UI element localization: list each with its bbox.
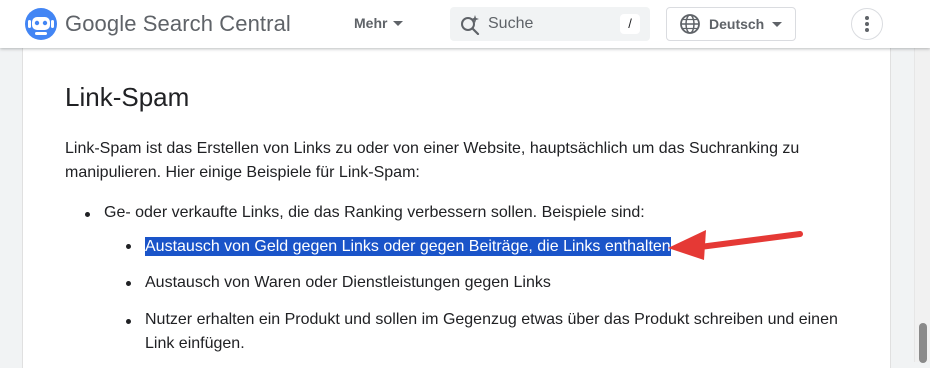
annotation-arrow-icon (668, 230, 803, 260)
bullet-icon (126, 244, 131, 249)
language-selector[interactable]: Deutsch (666, 7, 796, 41)
search-shortcut-key: / (620, 14, 640, 34)
list-item-continuation: Link einfügen. (145, 335, 245, 352)
list-item: Nutzer erhalten ein Produkt und sollen i… (145, 311, 838, 328)
logo-robot-icon[interactable] (24, 7, 58, 41)
more-menu-button[interactable]: Mehr (354, 15, 404, 31)
site-brand-title[interactable]: Google Search Central (65, 11, 291, 37)
chevron-down-icon (772, 21, 783, 27)
search-sparkle-icon (461, 15, 480, 35)
chevron-down-icon (393, 20, 404, 26)
scrollbar-thumb[interactable] (919, 323, 927, 363)
search-box[interactable]: / (450, 7, 650, 41)
bullet-icon (85, 212, 90, 217)
list-item: Ge- oder verkaufte Links, die das Rankin… (104, 204, 645, 221)
section-heading: Link-Spam (65, 82, 190, 112)
globe-icon (680, 14, 700, 34)
text-selection[interactable]: Austausch von Geld gegen Links oder gege… (145, 237, 671, 256)
more-vert-icon[interactable] (851, 8, 883, 40)
bullet-icon (126, 281, 131, 286)
vertical-scrollbar[interactable] (914, 48, 930, 363)
bullet-icon (126, 319, 131, 324)
language-label: Deutsch (709, 16, 765, 32)
list-item: Austausch von Waren oder Dienstleistunge… (145, 274, 551, 291)
top-app-bar: Google Search Central Mehr / Deutsch (0, 0, 930, 48)
more-menu-label: Mehr (354, 15, 388, 31)
article-card: Link-Spam Link-Spam ist das Erstellen vo… (22, 48, 891, 368)
intro-paragraph: Link-Spam ist das Erstellen von Links zu… (65, 140, 800, 181)
list-item-highlighted: Austausch von Geld gegen Links oder gege… (145, 235, 671, 259)
search-input[interactable] (488, 7, 608, 41)
